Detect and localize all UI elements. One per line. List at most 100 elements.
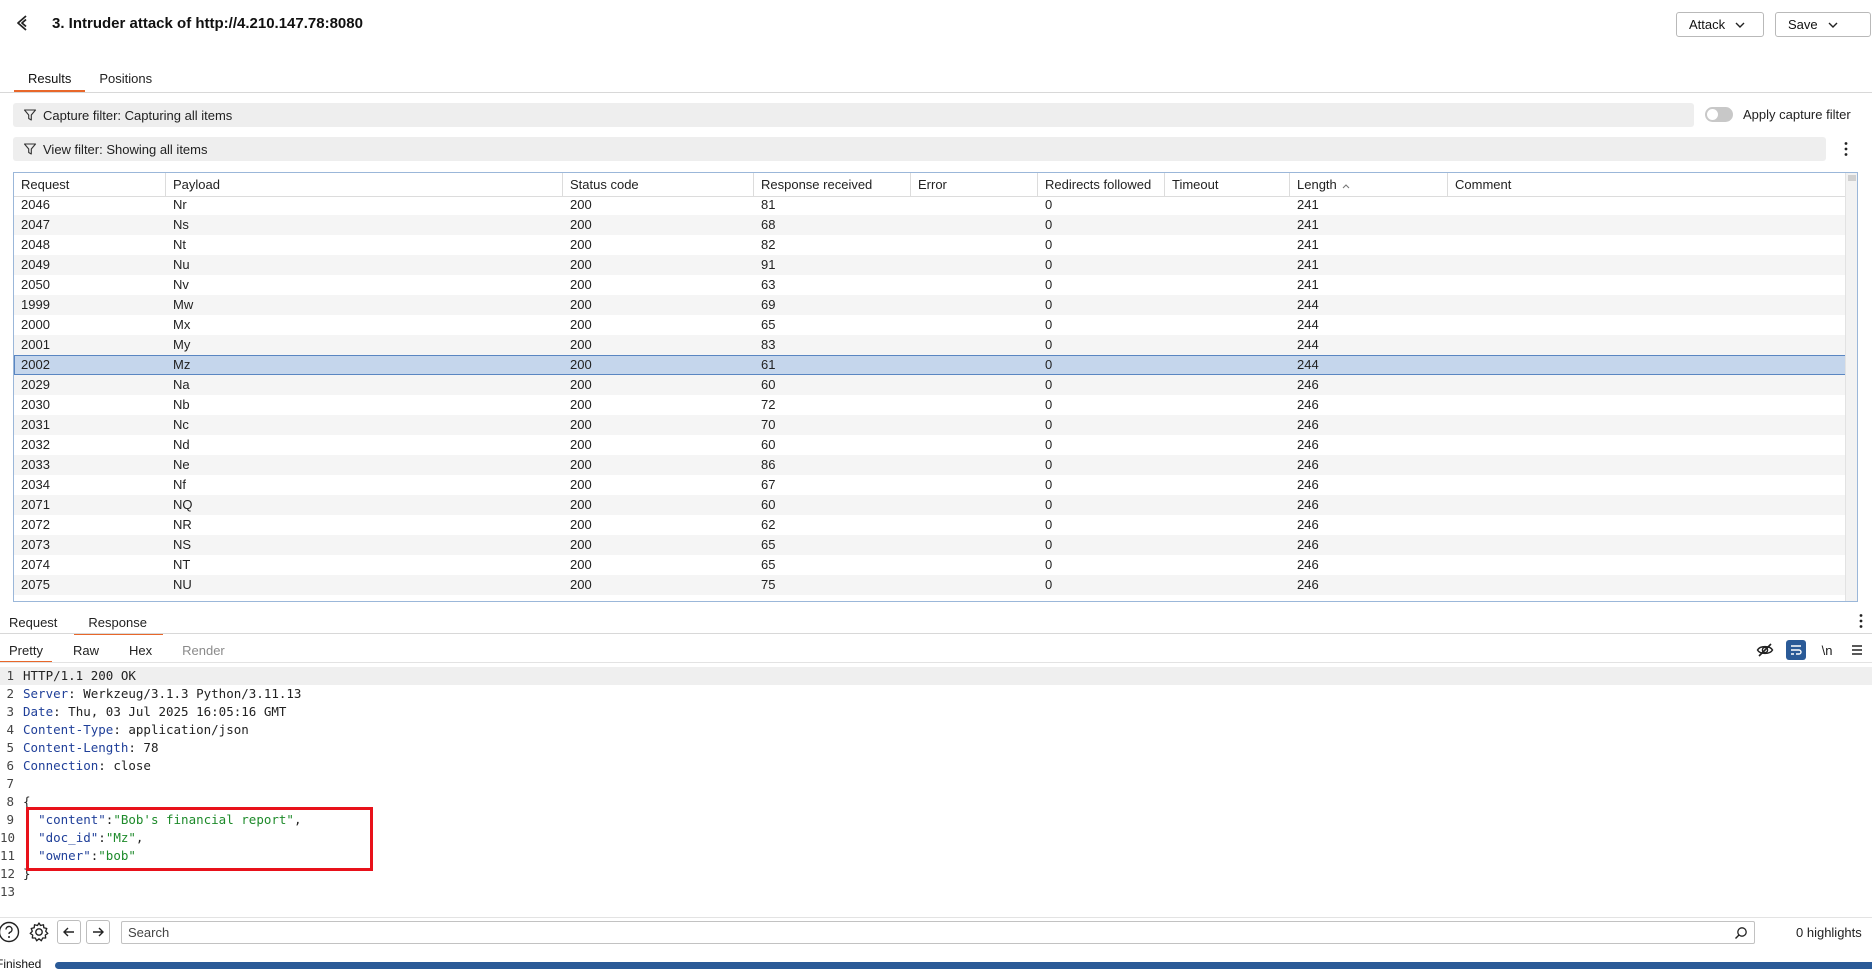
results-table-body: 2046 Nr 200 81 0 241 2047 Ns 200 68 0 241 2048 Nt 200 8… (14, 195, 1846, 595)
column-header-request[interactable]: Request (14, 173, 166, 197)
line-content: HTTP/1.1 200 OK (23, 667, 136, 685)
column-header-redirects-followed[interactable]: Redirects followed (1038, 173, 1165, 197)
response-editor[interactable]: 1 HTTP/1.1 200 OK 2 Server: Werkzeug/3.1.3 … (0, 667, 1872, 907)
wrap-lines-icon[interactable] (1786, 640, 1806, 660)
table-row[interactable]: 2001 My 200 83 0 244 (14, 335, 1846, 355)
table-row[interactable]: 2071 NQ 200 60 0 246 (14, 495, 1846, 515)
column-header-comment[interactable]: Comment (1448, 173, 1846, 197)
cell-length: 246 (1297, 577, 1319, 592)
table-row[interactable]: 2072 NR 200 62 0 246 (14, 515, 1846, 535)
line-content: } (23, 865, 31, 883)
table-row[interactable]: 2047 Ns 200 68 0 241 (14, 215, 1846, 235)
attack-button[interactable]: Attack (1676, 12, 1764, 37)
table-row[interactable]: 2046 Nr 200 81 0 241 (14, 195, 1846, 215)
cell-response-received: 82 (761, 237, 776, 252)
cell-length: 246 (1297, 377, 1319, 392)
column-header-response-received[interactable]: Response received (754, 173, 911, 197)
tab-render[interactable]: Render (173, 639, 234, 663)
table-row[interactable]: 2075 NU 200 75 0 246 (14, 575, 1846, 595)
table-row[interactable]: 2049 Nu 200 91 0 241 (14, 255, 1846, 275)
cell-response-received: 69 (761, 297, 776, 312)
table-row[interactable]: 2033 Ne 200 86 0 246 (14, 455, 1846, 475)
tab-request[interactable]: Request (0, 611, 66, 635)
header-name: Server (23, 686, 69, 701)
column-header-error[interactable]: Error (911, 173, 1038, 197)
hide-eye-icon[interactable] (1755, 640, 1775, 660)
cell-request: 2032 (21, 437, 50, 452)
table-row[interactable]: 2034 Nf 200 67 0 246 (14, 475, 1846, 495)
arrow-left-icon[interactable] (57, 920, 81, 944)
cell-response-received: 91 (761, 257, 776, 272)
cell-payload: Nd (173, 437, 190, 452)
column-header-timeout[interactable]: Timeout (1165, 173, 1290, 197)
more-options-icon[interactable] (1853, 612, 1869, 630)
table-row[interactable]: 2048 Nt 200 82 0 241 (14, 235, 1846, 255)
tab-positions[interactable]: Positions (85, 67, 166, 92)
tab-pretty[interactable]: Pretty (0, 639, 52, 663)
cell-response-received: 65 (761, 537, 776, 552)
scroll-up-icon[interactable] (1848, 175, 1856, 181)
save-button[interactable]: Save (1775, 12, 1871, 37)
table-row[interactable]: 2073 NS 200 65 0 246 (14, 535, 1846, 555)
more-options-icon[interactable] (1838, 140, 1854, 158)
cell-length: 246 (1297, 437, 1319, 452)
column-header-payload[interactable]: Payload (166, 173, 563, 197)
tab-response[interactable]: Response (74, 611, 163, 635)
header-value: Thu, 03 Jul 2025 16:05:16 GMT (68, 704, 287, 719)
cell-request: 2073 (21, 537, 50, 552)
cell-error (911, 355, 1038, 375)
apply-capture-filter-toggle[interactable] (1705, 107, 1733, 122)
cell-redirects-followed: 0 (1045, 217, 1053, 232)
table-row[interactable]: 2029 Na 200 60 0 246 (14, 375, 1846, 395)
tab-raw[interactable]: Raw (64, 639, 108, 663)
search-input[interactable] (128, 924, 1718, 941)
table-scrollbar[interactable] (1845, 173, 1857, 601)
code-line: 6 Connection: close (0, 757, 1872, 775)
view-filter-bar[interactable]: View filter: Showing all items (13, 137, 1826, 161)
burp-back-icon[interactable] (14, 13, 34, 33)
cell-status-code: 200 (570, 297, 592, 312)
cell-redirects-followed: 0 (1045, 317, 1053, 332)
json-value: "Mz" (105, 830, 136, 845)
json-comma: , (293, 812, 302, 827)
header-name: Content-Length (23, 740, 129, 755)
table-row[interactable]: 2000 Mx 200 65 0 244 (14, 315, 1846, 335)
table-row[interactable]: 2032 Nd 200 60 0 246 (14, 435, 1846, 455)
cell-status-code: 200 (570, 457, 592, 472)
column-header-status-code[interactable]: Status code (563, 173, 754, 197)
table-row-selected[interactable]: 2002 Mz 200 61 0 244 (14, 355, 1846, 375)
line-content: Connection: close (23, 757, 151, 775)
table-row[interactable]: 2030 Nb 200 72 0 246 (14, 395, 1846, 415)
gear-icon[interactable] (27, 920, 51, 944)
cell-redirects-followed: 0 (1045, 397, 1053, 412)
table-row[interactable]: 2074 NT 200 65 0 246 (14, 555, 1846, 575)
cell-error (911, 535, 1038, 555)
cell-comment (1448, 235, 1846, 255)
save-button-label: Save (1788, 17, 1818, 32)
tab-hex[interactable]: Hex (120, 639, 161, 663)
cell-timeout (1165, 555, 1290, 575)
line-content: Date: Thu, 03 Jul 2025 16:05:16 GMT (23, 703, 286, 721)
status-line: HTTP/1.1 200 OK (23, 668, 136, 683)
cell-status-code: 200 (570, 377, 592, 392)
search-box[interactable] (121, 921, 1755, 944)
cell-request: 2071 (21, 497, 50, 512)
line-number: 2 (6, 686, 14, 701)
column-header-length[interactable]: Length (1290, 173, 1448, 197)
menu-icon[interactable] (1847, 640, 1867, 660)
table-row[interactable]: 1999 Mw 200 69 0 244 (14, 295, 1846, 315)
arrow-right-icon[interactable] (86, 920, 110, 944)
cell-length: 241 (1297, 197, 1319, 212)
help-icon[interactable] (0, 920, 21, 944)
table-row[interactable]: 2031 Nc 200 70 0 246 (14, 415, 1846, 435)
search-icon[interactable] (1734, 926, 1748, 940)
cell-comment (1448, 575, 1846, 595)
cell-timeout (1165, 435, 1290, 455)
tab-results[interactable]: Results (14, 67, 86, 92)
newline-icon[interactable]: \n (1817, 640, 1837, 660)
capture-filter-bar[interactable]: Capture filter: Capturing all items (13, 103, 1694, 127)
cell-status-code: 200 (570, 197, 592, 212)
line-content: "owner":"bob" (23, 847, 136, 865)
table-row[interactable]: 2050 Nv 200 63 0 241 (14, 275, 1846, 295)
